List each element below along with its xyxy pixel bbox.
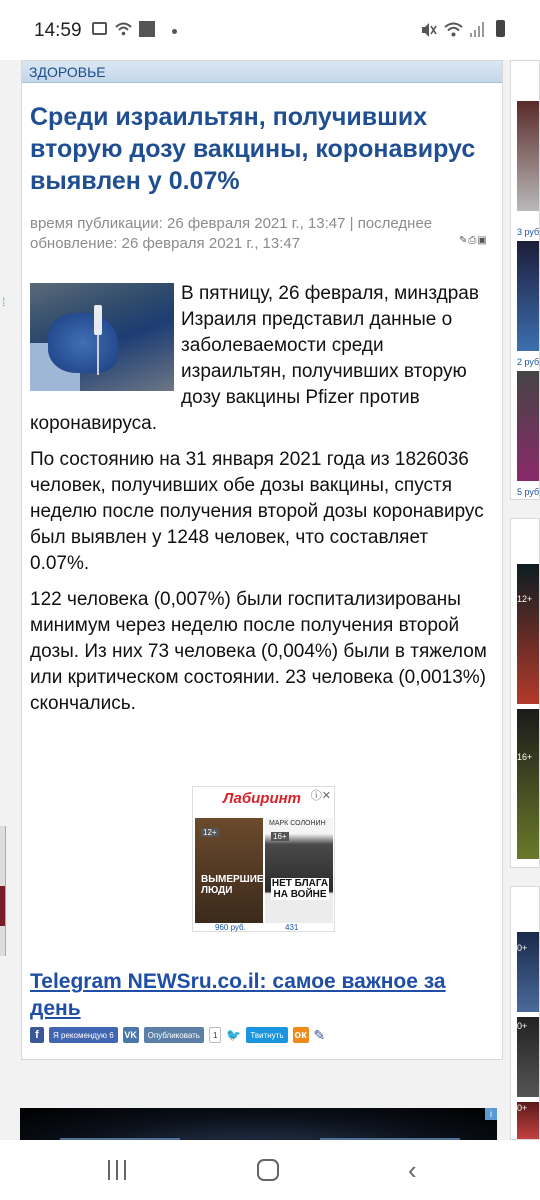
share-bar: f Я рекомендую 6 VK Опубликовать 1 🐦 Тви… [30,1026,330,1044]
book-age-badge: 12+ [201,828,219,837]
home-icon[interactable] [257,1159,279,1181]
sidebar-books-block[interactable]: 3 руб 2 руб 5 руб [510,60,540,500]
ad-book-2[interactable]: МАРК СОЛОНИН 16+ НЕТ БЛАГА НА ВОЙНЕ [265,818,333,923]
battery-icon [496,20,505,37]
video-ad[interactable]: i [20,1108,497,1140]
section-header[interactable]: ЗДОРОВЬЕ [22,61,502,83]
section-label[interactable]: ЗДОРОВЬЕ [29,64,106,80]
ad-brand-logo[interactable]: Лабиринт [223,790,301,807]
wifi-icon [115,22,132,36]
sidebar-age: 0+ [517,1103,528,1113]
left-edge-thumbnail[interactable] [0,826,6,956]
ad-close-icon[interactable]: ⓘ✕ [311,787,331,803]
browser-page[interactable]: ⁞ ЗДОРОВЬЕ Среди израильтян, получивших … [0,60,540,1140]
paragraph-3: 122 человека (0,007%) были госпитализиро… [30,589,487,714]
book-price: 431 [285,923,299,932]
sidebar-price: 2 руб [517,357,540,367]
book-price: 960 руб. [215,923,246,932]
sidebar-books-block-3[interactable]: 0+ 0+ 0+ [510,886,540,1140]
notification-icon [139,21,155,37]
back-icon[interactable]: ‹ [408,1157,417,1183]
camera-icon[interactable]: ▣ [477,235,487,246]
facebook-recommend-button[interactable]: Я рекомендую 6 [49,1027,118,1043]
edit-icon[interactable]: ✎ [459,235,468,246]
sidebar-age: 16+ [517,752,533,762]
vaccine-photo[interactable] [30,283,174,391]
wifi-signal-icon [444,22,463,37]
sidebar-age: 0+ [517,943,528,953]
sidebar-books-block-2[interactable]: 12+ 16+ [510,518,540,868]
publication-meta: время публикации: 26 февраля 2021 г., 13… [30,215,433,252]
book-title: ВЫМЕРШИЕ ЛЮДИ [201,874,264,896]
more-notifications-icon [172,29,177,34]
book-author: МАРК СОЛОНИН [269,820,326,827]
recent-apps-icon[interactable] [106,1160,128,1180]
vk-icon[interactable]: VK [122,1027,139,1043]
ad-info-icon[interactable]: i [485,1108,497,1120]
sidebar-price: 5 руб [517,487,540,497]
vk-share-count: 1 [208,1027,222,1043]
right-sidebar: 3 руб 2 руб 5 руб 12+ 16+ 0+ 0+ 0+ [510,60,540,1140]
article-headline: Среди израильтян, получивших вторую дозу… [30,103,476,195]
article-card: ЗДОРОВЬЕ Среди израильтян, получивших вт… [21,60,503,1060]
facebook-icon[interactable]: f [30,1027,44,1043]
gallery-icon [92,22,107,35]
status-time: 14:59 [34,20,82,41]
mute-icon [420,22,437,38]
pencil-icon[interactable]: ✎ [314,1027,326,1043]
sidebar-age: 12+ [517,594,533,604]
labirint-ad[interactable]: Лабиринт ⓘ✕ 12+ ВЫМЕРШИЕ ЛЮДИ МАРК СОЛОН… [192,786,335,932]
left-thumbnail-image [0,886,5,926]
sidebar-price: 3 руб [517,227,540,237]
odnoklassniki-icon[interactable]: ок [292,1027,309,1043]
sidebar-age: 0+ [517,1021,528,1031]
book-age-badge: 16+ [271,832,289,841]
vk-publish-button[interactable]: Опубликовать [143,1027,204,1043]
article-body: В пятницу, 26 февраля, минздрав Израиля … [30,281,490,727]
book-title: НЕТ БЛАГА НА ВОЙНЕ [271,878,329,900]
ad-book-1[interactable]: 12+ ВЫМЕРШИЕ ЛЮДИ [195,818,264,923]
paragraph-2: По состоянию на 31 января 2021 года из 1… [30,449,484,574]
status-bar: 14:59 [0,0,540,60]
telegram-link[interactable]: Telegram NEWSru.co.il: самое важное за д… [30,968,490,1022]
cell-signal-icon [470,22,486,37]
article-tools[interactable]: ✎⎙▣ [459,235,488,246]
tweet-button[interactable]: Твитнуть [246,1027,288,1043]
navigation-bar: ‹ [0,1140,540,1200]
side-handle-icon[interactable]: ⁞ [2,296,5,308]
twitter-icon[interactable]: 🐦 [226,1027,241,1043]
